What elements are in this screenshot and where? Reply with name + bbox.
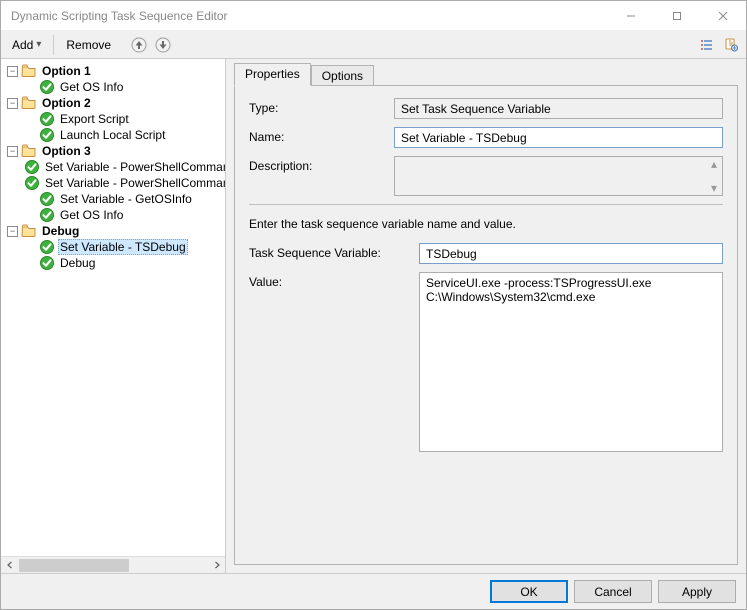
scrollbar-thumb[interactable]	[19, 559, 129, 572]
tree-item[interactable]: Debug	[21, 255, 225, 271]
minimize-button[interactable]	[608, 1, 654, 31]
remove-button[interactable]: Remove	[59, 34, 118, 56]
scroll-down-icon[interactable]: ▾	[707, 182, 721, 194]
check-icon	[39, 239, 55, 255]
value-label: Value:	[249, 272, 419, 289]
horizontal-scrollbar[interactable]	[1, 556, 225, 573]
description-field[interactable]: ▴ ▾	[394, 156, 723, 196]
tree-item-label: Set Variable - TSDebug	[58, 239, 188, 255]
type-value: Set Task Sequence Variable	[394, 98, 723, 119]
folder-icon	[21, 95, 37, 111]
scroll-left-button[interactable]	[1, 558, 18, 573]
description-label: Description:	[249, 156, 394, 173]
move-down-button[interactable]	[152, 34, 174, 56]
tree-item[interactable]: Set Variable - TSDebug	[21, 239, 225, 255]
settings-button[interactable]	[720, 34, 742, 56]
move-up-button[interactable]	[128, 34, 150, 56]
scroll-up-icon[interactable]: ▴	[707, 158, 721, 170]
collapse-icon[interactable]: −	[7, 98, 18, 109]
check-icon	[24, 159, 40, 175]
hint-text: Enter the task sequence variable name an…	[249, 217, 723, 231]
window-title: Dynamic Scripting Task Sequence Editor	[11, 9, 608, 23]
tab-properties[interactable]: Properties	[234, 63, 311, 86]
add-label: Add	[12, 38, 33, 52]
tsvar-label: Task Sequence Variable:	[249, 243, 419, 260]
tree[interactable]: − Option 1 Get OS Info − Option 2 Export Scri…	[1, 59, 225, 556]
divider	[249, 204, 723, 205]
list-view-button[interactable]	[696, 34, 718, 56]
tree-item-label: Set Variable - PowerShellCommand	[43, 160, 225, 174]
tree-item-label: Export Script	[58, 112, 131, 126]
apply-button[interactable]: Apply	[658, 580, 736, 603]
tree-item[interactable]: Set Variable - PowerShellCommand	[21, 175, 225, 191]
tab-body-properties: Type: Set Task Sequence Variable Name: D…	[234, 85, 738, 565]
close-button[interactable]	[700, 1, 746, 31]
add-button[interactable]: Add ▾	[5, 34, 48, 56]
tree-item[interactable]: Get OS Info	[21, 79, 225, 95]
scrollbar-track[interactable]	[18, 558, 208, 573]
check-icon	[39, 255, 55, 271]
tree-pane: − Option 1 Get OS Info − Option 2 Export Scri…	[1, 59, 226, 573]
cancel-button[interactable]: Cancel	[574, 580, 652, 603]
name-field[interactable]	[394, 127, 723, 148]
check-icon	[39, 79, 55, 95]
type-label: Type:	[249, 98, 394, 115]
ok-button[interactable]: OK	[490, 580, 568, 603]
tree-item[interactable]: Export Script	[21, 111, 225, 127]
remove-label: Remove	[66, 38, 111, 52]
tab-strip: Properties Options	[234, 63, 738, 85]
check-icon	[39, 207, 55, 223]
tree-item-label: Set Variable - GetOSInfo	[58, 192, 194, 206]
folder-icon	[21, 223, 37, 239]
tree-group[interactable]: − Option 3	[5, 143, 225, 159]
tree-item[interactable]: Set Variable - GetOSInfo	[21, 191, 225, 207]
value-field[interactable]	[419, 272, 723, 452]
tsvar-field[interactable]	[419, 243, 723, 264]
tree-item-label: Set Variable - PowerShellCommand	[43, 176, 225, 190]
check-icon	[39, 127, 55, 143]
name-label: Name:	[249, 127, 394, 144]
tree-group-label: Option 3	[40, 144, 93, 158]
tree-item[interactable]: Launch Local Script	[21, 127, 225, 143]
tab-options[interactable]: Options	[311, 65, 374, 85]
folder-icon	[21, 143, 37, 159]
tree-group[interactable]: − Debug	[5, 223, 225, 239]
tree-item-label: Get OS Info	[58, 80, 125, 94]
collapse-icon[interactable]: −	[7, 66, 18, 77]
folder-icon	[21, 63, 37, 79]
tree-group[interactable]: − Option 2	[5, 95, 225, 111]
collapse-icon[interactable]: −	[7, 226, 18, 237]
check-icon	[39, 111, 55, 127]
window-controls	[608, 1, 746, 31]
tree-item[interactable]: Set Variable - PowerShellCommand	[21, 159, 225, 175]
maximize-button[interactable]	[654, 1, 700, 31]
tree-group[interactable]: − Option 1	[5, 63, 225, 79]
check-icon	[24, 175, 40, 191]
tree-item-label: Debug	[58, 256, 97, 270]
tree-item-label: Get OS Info	[58, 208, 125, 222]
titlebar: Dynamic Scripting Task Sequence Editor	[1, 1, 746, 31]
toolbar-separator	[53, 35, 54, 55]
scroll-right-button[interactable]	[208, 558, 225, 573]
tree-item[interactable]: Get OS Info	[21, 207, 225, 223]
content-pane: Properties Options Type: Set Task Sequen…	[226, 59, 746, 573]
tree-item-label: Launch Local Script	[58, 128, 167, 142]
tree-group-label: Option 1	[40, 64, 93, 78]
collapse-icon[interactable]: −	[7, 146, 18, 157]
check-icon	[39, 191, 55, 207]
toolbar: Add ▾ Remove	[1, 31, 746, 59]
footer: OK Cancel Apply	[1, 573, 746, 609]
tree-group-label: Debug	[40, 224, 81, 238]
tree-group-label: Option 2	[40, 96, 93, 110]
description-scrollbar[interactable]: ▴ ▾	[707, 158, 721, 194]
chevron-down-icon: ▾	[36, 39, 41, 50]
